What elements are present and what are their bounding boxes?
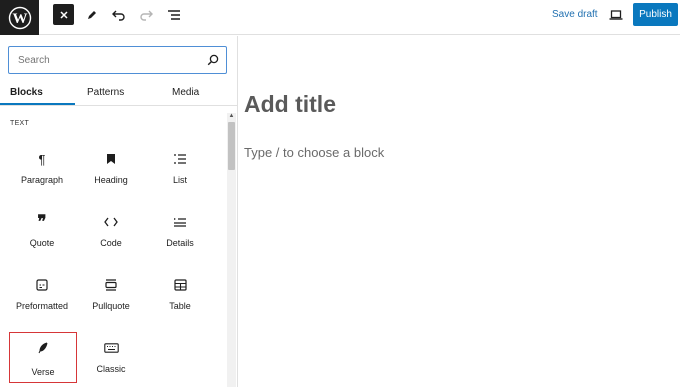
category-heading: TEXT xyxy=(10,120,30,127)
block-label: Code xyxy=(100,238,122,248)
scrollbar-thumb[interactable] xyxy=(228,122,235,170)
details-icon xyxy=(147,213,213,231)
undo-button[interactable] xyxy=(108,4,130,26)
editor-canvas: Add title Type / to choose a block xyxy=(239,36,680,387)
table-icon xyxy=(147,276,213,294)
laptop-icon xyxy=(609,10,623,20)
post-title-input[interactable]: Add title xyxy=(244,91,336,118)
quote-icon: ❞ xyxy=(37,212,47,231)
tab-media[interactable]: Media xyxy=(172,87,199,98)
search-box xyxy=(8,46,227,74)
block-code[interactable]: Code xyxy=(78,213,144,261)
block-label: Pullquote xyxy=(92,301,130,311)
block-label: Verse xyxy=(31,367,55,377)
wordpress-logo-button[interactable]: W xyxy=(0,0,39,35)
wordpress-icon: W xyxy=(8,6,31,29)
document-overview-button[interactable] xyxy=(163,4,185,26)
pullquote-icon xyxy=(78,276,144,294)
preformatted-icon xyxy=(9,276,75,294)
active-tab-indicator xyxy=(0,103,75,105)
block-label: Heading xyxy=(94,175,128,185)
block-classic[interactable]: Classic xyxy=(78,339,144,387)
pen-icon xyxy=(88,11,96,19)
close-icon xyxy=(59,10,68,19)
block-label: Paragraph xyxy=(20,175,64,185)
block-inserter-panel: Blocks Patterns Media TEXT ¶ Paragraph H… xyxy=(0,36,238,387)
code-icon xyxy=(78,213,144,231)
save-draft-button[interactable]: Save draft xyxy=(552,9,598,20)
default-block-appender[interactable]: Type / to choose a block xyxy=(244,145,384,160)
block-quote[interactable]: ❞ Quote xyxy=(9,212,75,261)
block-search-input[interactable] xyxy=(18,52,198,68)
block-preformatted[interactable]: Preformatted xyxy=(9,276,75,324)
block-label: Details xyxy=(166,238,194,248)
block-pullquote[interactable]: Pullquote xyxy=(78,276,144,324)
svg-text:W: W xyxy=(12,11,27,27)
list-view-icon xyxy=(168,10,180,20)
redo-icon xyxy=(140,10,153,21)
block-label: Classic xyxy=(96,364,126,374)
block-table[interactable]: Table xyxy=(147,276,213,324)
search-icon xyxy=(207,54,219,66)
block-label: Quote xyxy=(29,238,55,248)
block-verse[interactable]: Verse xyxy=(9,332,77,383)
block-label: Preformatted xyxy=(15,301,69,311)
pilcrow-icon: ¶ xyxy=(38,151,46,167)
tools-button[interactable] xyxy=(81,4,103,26)
feather-icon xyxy=(10,339,76,357)
tab-patterns[interactable]: Patterns xyxy=(87,87,124,98)
editor-toolbar: W Save draft Publish xyxy=(0,0,680,35)
block-label: List xyxy=(172,175,187,185)
undo-icon xyxy=(112,10,125,21)
block-details[interactable]: Details xyxy=(147,213,213,261)
bookmark-icon xyxy=(78,150,144,168)
block-list[interactable]: List xyxy=(147,150,213,198)
block-paragraph[interactable]: ¶ Paragraph xyxy=(9,150,75,198)
preview-button[interactable] xyxy=(607,6,625,24)
close-inserter-button[interactable] xyxy=(53,4,74,25)
keyboard-icon xyxy=(78,339,144,357)
tab-blocks[interactable]: Blocks xyxy=(10,87,43,98)
block-heading[interactable]: Heading xyxy=(78,150,144,198)
list-icon xyxy=(147,150,213,168)
block-label: Table xyxy=(169,301,191,311)
redo-button[interactable] xyxy=(135,4,157,26)
scroll-up-arrow-icon[interactable]: ▲ xyxy=(227,113,236,121)
publish-button[interactable]: Publish xyxy=(633,3,678,26)
